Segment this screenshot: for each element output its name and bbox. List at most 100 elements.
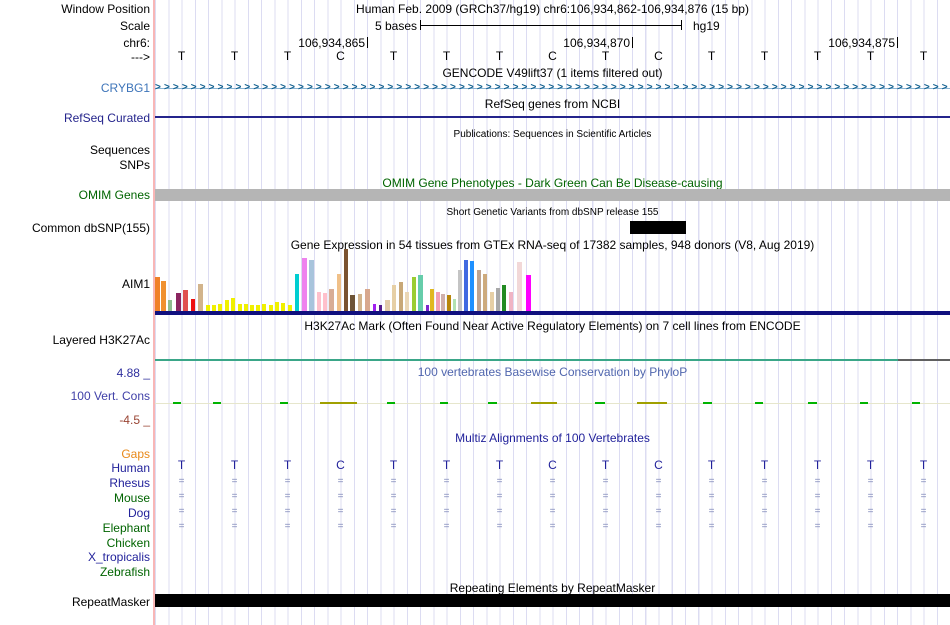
gtex-expression-bar[interactable] bbox=[412, 277, 416, 311]
gtex-expression-bar[interactable] bbox=[329, 289, 334, 311]
refseq-gene-item[interactable] bbox=[155, 116, 950, 118]
track-label-snps[interactable]: SNPs bbox=[119, 158, 150, 172]
track-label-chicken[interactable]: Chicken bbox=[107, 536, 150, 550]
gtex-expression-bar[interactable] bbox=[447, 295, 451, 311]
gtex-expression-bar[interactable] bbox=[323, 293, 327, 311]
track-label-omim-genes[interactable]: OMIM Genes bbox=[79, 188, 150, 202]
gtex-expression-bar[interactable] bbox=[365, 289, 370, 311]
dbsnp-variant-item[interactable] bbox=[630, 221, 686, 234]
gtex-expression-bar[interactable] bbox=[168, 300, 172, 311]
gtex-expression-bar[interactable] bbox=[238, 304, 242, 311]
alignment-match-mark: = bbox=[655, 491, 662, 502]
track-label-gaps[interactable]: Gaps bbox=[121, 447, 150, 461]
gtex-expression-bar[interactable] bbox=[441, 294, 445, 311]
gtex-expression-bar[interactable] bbox=[526, 275, 531, 311]
gtex-expression-bar[interactable] bbox=[385, 300, 390, 311]
track-label-mouse[interactable]: Mouse bbox=[114, 491, 150, 505]
gtex-expression-bar[interactable] bbox=[502, 285, 506, 311]
track-label-dog[interactable]: Dog bbox=[128, 506, 150, 520]
alignment-match-mark: = bbox=[602, 491, 609, 502]
gtex-expression-bar[interactable] bbox=[477, 270, 481, 311]
gtex-expression-bar[interactable] bbox=[295, 274, 299, 311]
gtex-expression-bar[interactable] bbox=[392, 285, 396, 311]
gtex-expression-bar[interactable] bbox=[337, 274, 341, 311]
gtex-expression-bar[interactable] bbox=[317, 292, 321, 311]
gtex-expression-bar[interactable] bbox=[373, 304, 376, 311]
gtex-expression-bar[interactable] bbox=[218, 304, 222, 311]
gtex-expression-bar[interactable] bbox=[470, 261, 474, 311]
gtex-expression-bar[interactable] bbox=[302, 258, 307, 311]
scale-bases-text: 5 bases bbox=[374, 19, 417, 33]
base-letter: C bbox=[336, 49, 345, 63]
track-label-sequences[interactable]: Sequences bbox=[90, 143, 150, 157]
gtex-expression-bar[interactable] bbox=[436, 292, 440, 311]
alignment-match-mark: = bbox=[814, 506, 821, 517]
position-tick bbox=[367, 37, 368, 48]
gtex-expression-bar[interactable] bbox=[244, 304, 248, 311]
gtex-expression-bar[interactable] bbox=[183, 290, 188, 311]
gtex-expression-bar[interactable] bbox=[231, 298, 235, 311]
base-letter: T bbox=[283, 49, 292, 63]
alignment-match-mark: = bbox=[814, 521, 821, 532]
gtex-expression-bar[interactable] bbox=[490, 292, 494, 311]
gtex-expression-bar[interactable] bbox=[262, 304, 266, 311]
gtex-expression-bar[interactable] bbox=[496, 288, 500, 311]
scale-bar-tick-left bbox=[420, 20, 421, 30]
gtex-expression-bar[interactable] bbox=[453, 299, 456, 311]
gene-strand-chevrons[interactable]: >>>>>>>>>>>>>>>>>>>>>>>>>>>>>>>>>>>>>>>>… bbox=[155, 82, 950, 94]
track-label-human[interactable]: Human bbox=[111, 461, 150, 475]
gtex-expression-bar[interactable] bbox=[509, 292, 513, 311]
gtex-track-title: Gene Expression in 54 tissues from GTEx … bbox=[290, 238, 815, 252]
gtex-expression-bar[interactable] bbox=[418, 275, 423, 311]
omim-gene-item[interactable] bbox=[155, 189, 950, 201]
phylop-positive-dash bbox=[173, 402, 181, 404]
gtex-expression-bar[interactable] bbox=[281, 303, 285, 311]
scale-label: Scale bbox=[119, 19, 150, 33]
alignment-match-mark: = bbox=[920, 491, 927, 502]
gtex-expression-bar[interactable] bbox=[358, 294, 362, 311]
gtex-expression-bar[interactable] bbox=[191, 299, 195, 311]
track-label-repeatmasker[interactable]: RepeatMasker bbox=[72, 595, 150, 609]
phylop-negative-dash bbox=[531, 402, 557, 404]
track-label-refseq-curated[interactable]: RefSeq Curated bbox=[64, 111, 150, 125]
phylop-min-value: -4.5 _ bbox=[119, 413, 150, 427]
gencode-track-title: GENCODE V49lift37 (1 items filtered out) bbox=[442, 66, 663, 80]
gtex-expression-bar[interactable] bbox=[275, 302, 279, 311]
gtex-expression-bar[interactable] bbox=[176, 293, 181, 311]
repeatmasker-item[interactable] bbox=[155, 594, 950, 607]
gtex-expression-bar[interactable] bbox=[430, 289, 434, 311]
alignment-match-mark: = bbox=[178, 506, 185, 517]
track-label-x_tropicalis[interactable]: X_tropicalis bbox=[88, 550, 150, 564]
gtex-expression-bar[interactable] bbox=[225, 300, 229, 311]
phylop-positive-dash bbox=[595, 402, 605, 404]
alignment-match-mark: = bbox=[761, 491, 768, 502]
gtex-expression-bar[interactable] bbox=[350, 295, 355, 311]
gtex-expression-bar[interactable] bbox=[464, 260, 468, 311]
alignment-match-mark: = bbox=[390, 521, 397, 532]
gtex-expression-bar[interactable] bbox=[458, 270, 462, 311]
gtex-expression-bar[interactable] bbox=[405, 292, 409, 311]
gtex-expression-bar[interactable] bbox=[155, 277, 160, 311]
track-label-elephant[interactable]: Elephant bbox=[103, 521, 150, 535]
alignment-match-mark: = bbox=[390, 491, 397, 502]
base-letter: T bbox=[760, 49, 769, 63]
alignment-match-mark: = bbox=[655, 476, 662, 487]
track-label-100-vert-cons[interactable]: 100 Vert. Cons bbox=[71, 389, 150, 403]
track-label-zebrafish[interactable]: Zebrafish bbox=[100, 565, 150, 579]
base-letter: T bbox=[866, 49, 875, 63]
gtex-expression-bar[interactable] bbox=[198, 284, 203, 311]
gtex-expression-bar[interactable] bbox=[309, 260, 314, 311]
gtex-expression-bar[interactable] bbox=[483, 274, 487, 311]
gene-label-crybg1[interactable]: CRYBG1 bbox=[101, 81, 150, 95]
refseq-track-title: RefSeq genes from NCBI bbox=[484, 97, 621, 111]
gtex-expression-bar[interactable] bbox=[344, 249, 348, 311]
gtex-expression-bar[interactable] bbox=[517, 262, 522, 311]
gtex-expression-bar[interactable] bbox=[161, 281, 166, 311]
phylop-negative-dash bbox=[320, 402, 357, 404]
track-label-rhesus[interactable]: Rhesus bbox=[109, 476, 150, 490]
gtex-expression-bar[interactable] bbox=[399, 282, 403, 311]
track-label-common-dbsnp[interactable]: Common dbSNP(155) bbox=[32, 221, 150, 235]
track-label-aim1[interactable]: AIM1 bbox=[122, 277, 150, 291]
track-label-layered-h3k27ac[interactable]: Layered H3K27Ac bbox=[53, 333, 150, 347]
position-tick bbox=[632, 37, 633, 48]
